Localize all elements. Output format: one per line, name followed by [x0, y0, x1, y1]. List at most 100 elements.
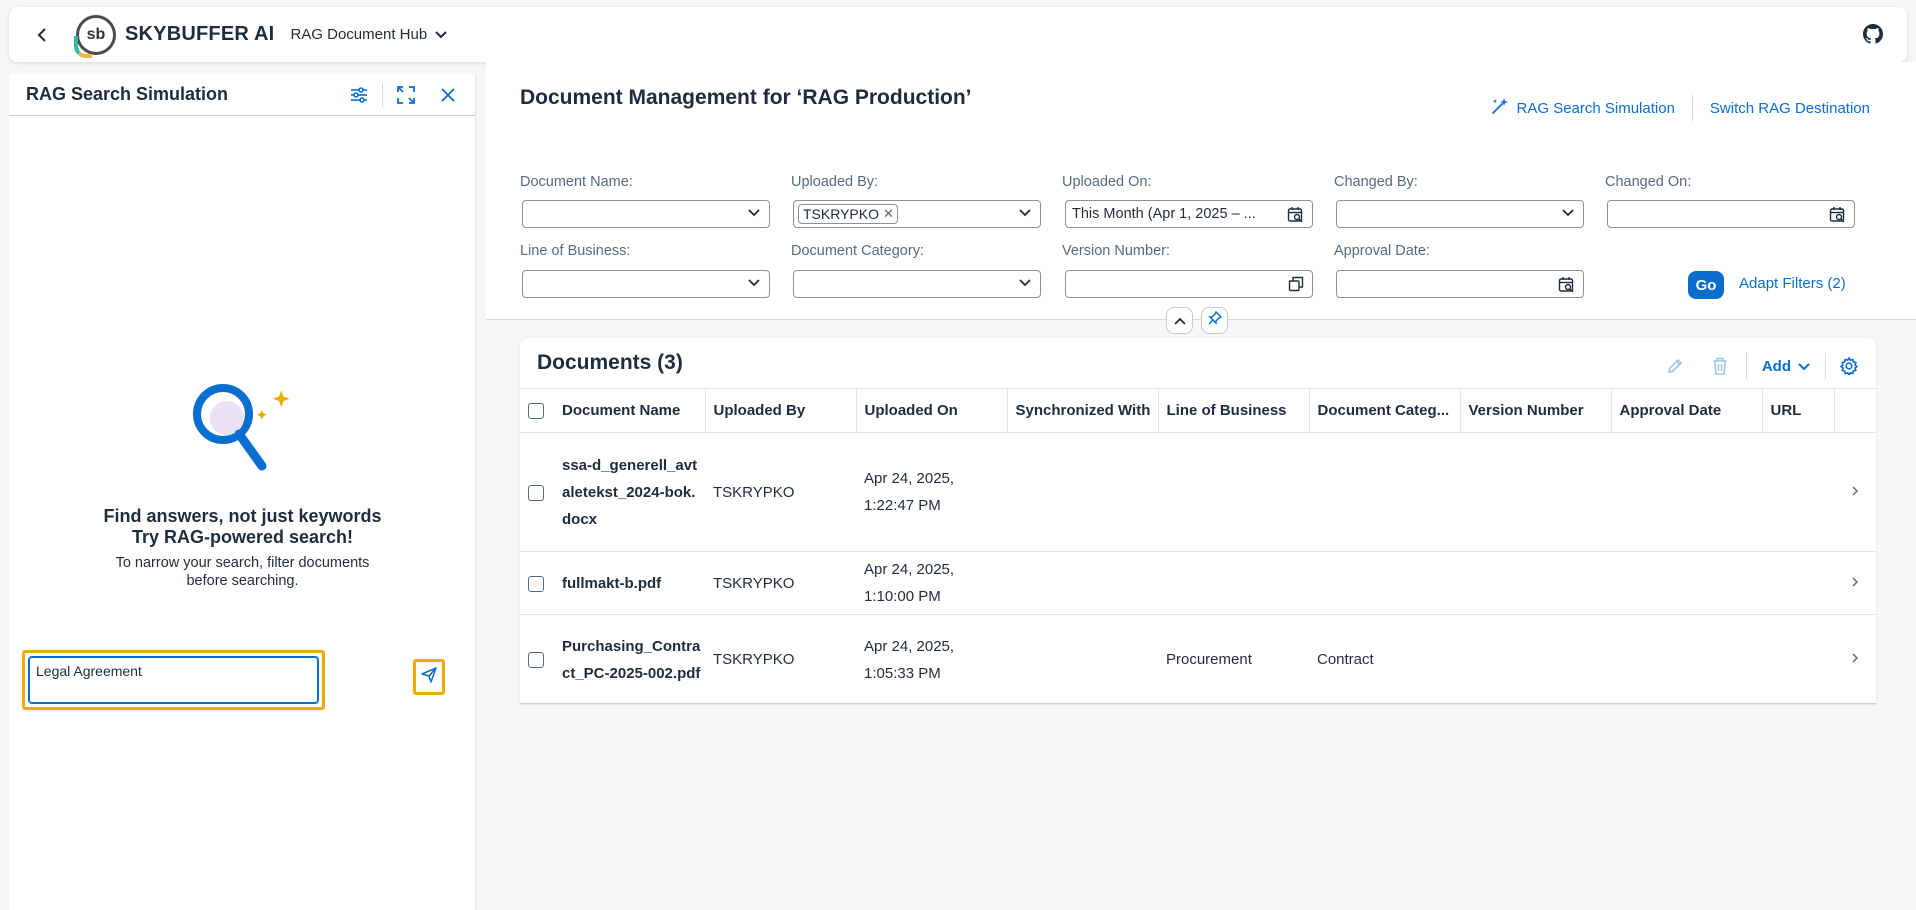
magnifier-illustration [189, 374, 309, 489]
changed-on-date-picker[interactable] [1607, 200, 1855, 228]
logo-text: sb [86, 25, 106, 43]
column-header[interactable]: Synchronized With [1007, 388, 1159, 433]
line-of-business-cell [1158, 551, 1309, 615]
chevron-down-icon [1798, 358, 1810, 375]
chevron-right-icon[interactable] [1834, 551, 1876, 615]
column-header[interactable]: Version Number [1460, 388, 1612, 433]
chevron-down-icon [747, 276, 761, 290]
pin-header-button[interactable] [1201, 307, 1228, 334]
row-checkbox[interactable] [528, 575, 544, 592]
add-menu-button[interactable]: Add [1758, 352, 1814, 380]
adapt-filters-button[interactable]: Adapt Filters (2) [1739, 275, 1846, 292]
expand-icon[interactable] [391, 82, 421, 108]
uploaded-on-cell: Apr 24, 2025, 1:05:33 PM [856, 614, 1007, 705]
table-row[interactable]: Purchasing_Contract_PC-2025-002.pdf TSKR… [520, 614, 1876, 705]
filter-header: Document Management for ‘RAG Production’… [486, 62, 1916, 320]
synchronized-with-cell [1007, 551, 1158, 615]
token-remove-icon[interactable]: ✕ [883, 206, 894, 222]
chevron-down-icon [435, 26, 447, 43]
send-icon [421, 666, 437, 688]
back-icon[interactable] [36, 27, 54, 42]
row-checkbox[interactable] [528, 652, 544, 669]
switch-rag-destination-link[interactable]: Switch RAG Destination [1710, 100, 1870, 117]
chevron-right-icon[interactable] [1834, 432, 1876, 552]
filter-settings-icon[interactable] [344, 82, 374, 108]
approval-date-cell [1611, 614, 1762, 705]
uploaded-by-multiinput[interactable]: TSKRYPKO ✕ [793, 200, 1041, 228]
column-header[interactable]: Approval Date [1611, 388, 1763, 433]
table-header-row: Document Name Uploaded By Uploaded On Sy… [520, 388, 1876, 433]
github-icon[interactable] [1863, 24, 1883, 49]
chevron-up-icon [1173, 312, 1186, 330]
column-header[interactable]: Document Name [554, 388, 706, 433]
table-row[interactable]: ssa-d_generell_avtaletekst_2024-bok.docx… [520, 432, 1876, 552]
documents-table-card: Documents (3) Add Document Name Uploaded… [520, 338, 1876, 705]
column-header-spacer [1834, 388, 1876, 433]
version-number-cell [1460, 432, 1611, 552]
table-row[interactable]: fullmakt-b.pdf TSKRYPKO Apr 24, 2025, 1:1… [520, 551, 1876, 615]
version-number-input[interactable] [1065, 270, 1313, 298]
synchronized-with-cell [1007, 614, 1158, 705]
document-category-cell [1309, 551, 1460, 615]
chevron-right-icon[interactable] [1834, 614, 1876, 705]
divider [1691, 95, 1693, 121]
uploaded-on-date-range[interactable]: This Month (Apr 1, 2025 – ... [1065, 200, 1313, 228]
rag-search-panel: RAG Search Simulation Find answers, not … [9, 74, 476, 910]
select-all-cell [520, 388, 554, 433]
collapse-header-button[interactable] [1166, 307, 1193, 334]
uploaded-by-token[interactable]: TSKRYPKO ✕ [798, 204, 898, 224]
approval-date-cell [1611, 432, 1762, 552]
changed-on-label: Changed On: [1605, 174, 1692, 190]
close-icon[interactable] [433, 82, 463, 108]
select-all-checkbox[interactable] [528, 403, 544, 420]
calendar-icon[interactable] [1829, 206, 1846, 223]
row-checkbox[interactable] [528, 484, 544, 501]
logo: sb [74, 14, 116, 58]
uploaded-on-label: Uploaded On: [1062, 174, 1152, 190]
document-category-cell [1309, 432, 1460, 552]
divider [382, 83, 383, 107]
divider [1745, 353, 1747, 379]
brand-name: SKYBUFFER AI [125, 23, 275, 45]
uploaded-on-time: 1:05:33 PM [864, 664, 941, 682]
column-header[interactable]: Uploaded By [705, 388, 857, 433]
synchronized-with-cell [1007, 432, 1158, 552]
line-of-business-select[interactable] [522, 270, 770, 298]
uploaded-on-date: Apr 24, 2025, [864, 561, 955, 578]
value-help-icon[interactable] [1288, 276, 1304, 292]
document-category-select[interactable] [793, 270, 1041, 298]
delete-icon[interactable] [1705, 352, 1735, 380]
approval-date-label: Approval Date: [1334, 243, 1430, 259]
calendar-icon[interactable] [1287, 206, 1304, 223]
panel-header: RAG Search Simulation [9, 74, 475, 116]
app-switcher[interactable]: RAG Document Hub [290, 26, 447, 43]
uploaded-by-cell: TSKRYPKO [705, 432, 856, 552]
edit-icon[interactable] [1660, 352, 1690, 380]
column-header[interactable]: Document Categ... [1309, 388, 1461, 433]
document-name-select[interactable] [522, 200, 770, 228]
rag-search-simulation-link[interactable]: RAG Search Simulation [1491, 97, 1675, 119]
uploaded-on-cell: Apr 24, 2025, 1:10:00 PM [856, 551, 1007, 615]
line-of-business-cell [1158, 432, 1309, 552]
go-button[interactable]: Go [1688, 271, 1724, 299]
token-text: TSKRYPKO [803, 206, 879, 222]
settings-gear-icon[interactable] [1837, 352, 1861, 380]
calendar-icon[interactable] [1558, 276, 1575, 293]
chevron-down-icon [1561, 206, 1575, 220]
header-toggle-group [1166, 307, 1228, 334]
column-header[interactable]: Uploaded On [856, 388, 1008, 433]
document-name-cell: Purchasing_Contract_PC-2025-002.pdf [554, 614, 705, 705]
rag-search-simulation-label: RAG Search Simulation [1516, 99, 1675, 117]
changed-by-select[interactable] [1336, 200, 1584, 228]
column-header[interactable]: URL [1762, 388, 1835, 433]
uploaded-on-value: This Month (Apr 1, 2025 – ... [1072, 206, 1256, 222]
panel-title: RAG Search Simulation [26, 84, 229, 104]
document-category-cell: Contract [1309, 614, 1460, 705]
pin-icon [1207, 310, 1222, 330]
query-input[interactable]: Legal Agreement [28, 656, 319, 704]
approval-date-picker[interactable] [1336, 270, 1584, 298]
chevron-down-icon [747, 206, 761, 220]
uploaded-on-time: 1:10:00 PM [864, 588, 941, 605]
column-header[interactable]: Line of Business [1158, 388, 1310, 433]
send-button[interactable] [413, 659, 445, 695]
